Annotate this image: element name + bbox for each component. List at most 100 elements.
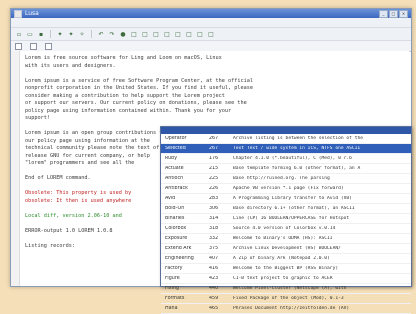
editor-line: consider making a contribution to help s… xyxy=(25,92,225,99)
editor-line: nonprofit corporation in the United Stat… xyxy=(25,85,253,91)
popup-cell-name: Avid xyxy=(165,196,176,201)
popup-cell-size: 283 xyxy=(209,196,219,201)
popup-cell-desc: Fixed Package of the object (Mod), 0.1-3 xyxy=(233,296,344,301)
popup-row[interactable]: Hana 465 Phrases Document http://zeitfolde… xyxy=(161,304,411,314)
bookmark-icon[interactable]: ✧ xyxy=(78,30,86,38)
maximize-button[interactable]: □ xyxy=(389,9,398,18)
popup-cell-desc: A Zip of binary Ark (Notepad 2.0.0) xyxy=(233,256,330,261)
editor-line: End of LOREM command. xyxy=(25,175,91,181)
box-icon-6[interactable]: □ xyxy=(185,30,193,38)
popup-cell-name: Ruby xyxy=(165,156,178,161)
checkbox-3[interactable] xyxy=(45,42,52,50)
checkbox-2[interactable] xyxy=(30,42,37,50)
toolbar-separator xyxy=(91,30,92,38)
autocomplete-popup: Operator 267 Archive listing is between th… xyxy=(160,126,412,314)
popup-row[interactable]: Bold-On 306 Base directory 6.1+ (other for… xyxy=(161,204,411,214)
popup-row[interactable]: Fixing 440 Welcome Pixel-Cluster (Netscape… xyxy=(161,284,411,294)
popup-cell-name: Antioch xyxy=(165,176,184,181)
popup-cell-size: 267 xyxy=(209,136,219,141)
popup-row[interactable]: Engineering 407 A Zip of binary Ark (Notep… xyxy=(161,254,411,264)
editor-line: Local diff, version 2.06-10 and xyxy=(25,212,122,219)
minimize-button[interactable]: _ xyxy=(379,9,388,18)
popup-cell-desc: Text Text / wide system in ICS, NTFS one… xyxy=(233,146,361,151)
popup-row[interactable]: Avid 283 A Programming Library transfer to… xyxy=(161,194,411,204)
editor-line: policy page using information contained … xyxy=(25,107,232,114)
editor-line: or support our servers. Our current poli… xyxy=(25,100,247,106)
popup-cell-name: Fixing xyxy=(165,286,179,291)
save-icon[interactable]: ▪ xyxy=(37,30,45,38)
undo-icon[interactable]: ↶ xyxy=(97,30,105,38)
checkbox-1[interactable] xyxy=(15,42,22,50)
editor-line: "lorem" programmers and see all the xyxy=(25,160,135,166)
popup-cell-name: Antibrack xyxy=(165,186,188,191)
popup-row[interactable]: Factory 416 Welcome to the Biggest BP (RSS… xyxy=(161,264,411,274)
popup-cell-name: Actuate xyxy=(165,166,184,171)
option-1[interactable] xyxy=(15,42,22,50)
popup-cell-desc: Welcome to the Biggest BP (RSS Binary) xyxy=(233,266,339,271)
popup-cell-desc: Archive Linux Development (HS) BOOLEAN/ xyxy=(233,246,341,251)
popup-cell-size: 407 xyxy=(209,256,219,261)
popup-cell-size: 176 xyxy=(209,156,219,161)
popup-row[interactable]: Formats 459 Fixed Package of the object (M… xyxy=(161,294,411,304)
star-icon[interactable]: ✦ xyxy=(56,30,64,38)
box-icon-4[interactable]: □ xyxy=(163,30,171,38)
popup-header xyxy=(161,127,411,134)
popup-cell-size: 440 xyxy=(209,286,219,291)
popup-cell-size: 423 xyxy=(209,276,219,281)
popup-row[interactable]: Extend Ark 375 Archive Linux Development (… xyxy=(161,244,411,254)
popup-cell-size: 314 xyxy=(209,216,219,221)
popup-row[interactable]: Colorbox 318 Source 4.0 version of Colorbo… xyxy=(161,224,411,234)
star-icon-2[interactable]: ✦ xyxy=(67,30,75,38)
option-2[interactable] xyxy=(30,42,37,50)
new-file-icon[interactable]: ▫ xyxy=(15,30,23,38)
option-3[interactable] xyxy=(45,42,52,50)
open-file-icon[interactable]: ▭ xyxy=(26,30,34,38)
popup-cell-desc: Phrases Document http://zeitfolden.de (A… xyxy=(233,306,350,311)
box-icon-5[interactable]: □ xyxy=(174,30,182,38)
editor-line: Lorem ipsum is a service of free Softwar… xyxy=(25,77,253,84)
popup-cell-desc: Welcome to Binary's ODMA (HS): ASCII xyxy=(233,236,333,241)
close-button[interactable]: × xyxy=(399,9,408,18)
editor-line: Lorem is free source software for Ling a… xyxy=(25,55,222,61)
popup-cell-name: Bold-On xyxy=(165,206,185,211)
menu-bar xyxy=(11,18,411,28)
title-bar: Lusa _ □ × xyxy=(11,9,411,18)
popup-cell-size: 416 xyxy=(209,266,219,271)
popup-row[interactable]: Binaries 314 Line (C#) 16 BOOLEAN/UPPERCAS… xyxy=(161,214,411,224)
redo-icon[interactable]: ↷ xyxy=(108,30,116,38)
popup-cell-size: 459 xyxy=(209,296,219,301)
popup-cell-name: Extend Ark xyxy=(165,246,192,251)
record-icon[interactable]: ● xyxy=(119,30,127,38)
popup-cell-desc: A Programming Library transfer to Avid (… xyxy=(233,196,352,201)
popup-row[interactable]: Antibrack 226 Apache VB version *.1 page (… xyxy=(161,184,411,194)
popup-row[interactable]: Actuate 215 Base template forming 6.0 (oth… xyxy=(161,164,411,174)
popup-row[interactable]: Exposure 332 Welcome to Binary's ODMA (HS)… xyxy=(161,234,411,244)
popup-row[interactable]: Figure 423 C1-B text project to graphic to… xyxy=(161,274,411,284)
popup-cell-name: Formats xyxy=(165,296,185,301)
editor-line: technical community please note the text… xyxy=(25,145,172,151)
box-icon-2[interactable]: □ xyxy=(141,30,149,38)
box-icon-8[interactable]: □ xyxy=(207,30,215,38)
popup-row[interactable]: Selected 267 Text Text / wide system in IC… xyxy=(161,144,411,154)
popup-cell-size: 332 xyxy=(209,236,219,241)
popup-cell-desc: Welcome Pixel-Cluster (Netscape (A), wit… xyxy=(233,286,347,291)
box-icon-3[interactable]: □ xyxy=(152,30,160,38)
popup-cell-name: Selected xyxy=(165,146,186,151)
popup-cell-desc: Base directory 6.1+ (other format), an A… xyxy=(233,206,355,211)
popup-row[interactable]: Ruby 176 Chapter 4.1.0 (*.beautiful), C (M… xyxy=(161,154,411,164)
editor-line: Obsolete: This property is used by xyxy=(25,190,132,196)
editor-line: our policy page using information at the xyxy=(25,137,150,144)
popup-row[interactable]: Operator 267 Archive listing is between th… xyxy=(161,134,411,144)
popup-cell-name: Engineering xyxy=(165,256,194,261)
popup-cell-size: 306 xyxy=(209,206,219,211)
popup-cell-name: Exposure xyxy=(165,236,188,241)
popup-cell-name: Hana xyxy=(165,306,178,311)
editor-line: obsolete: It then is used anywhere xyxy=(25,197,132,204)
popup-row[interactable]: Antioch 225 Base http://ruined.org. The pa… xyxy=(161,174,411,184)
box-icon[interactable]: □ xyxy=(130,30,138,38)
popup-list: Operator 267 Archive listing is between th… xyxy=(161,134,411,314)
window-title: Lusa xyxy=(25,10,39,17)
box-icon-7[interactable]: □ xyxy=(196,30,204,38)
editor-line: support! xyxy=(25,115,50,121)
popup-cell-size: 267 xyxy=(209,146,219,151)
